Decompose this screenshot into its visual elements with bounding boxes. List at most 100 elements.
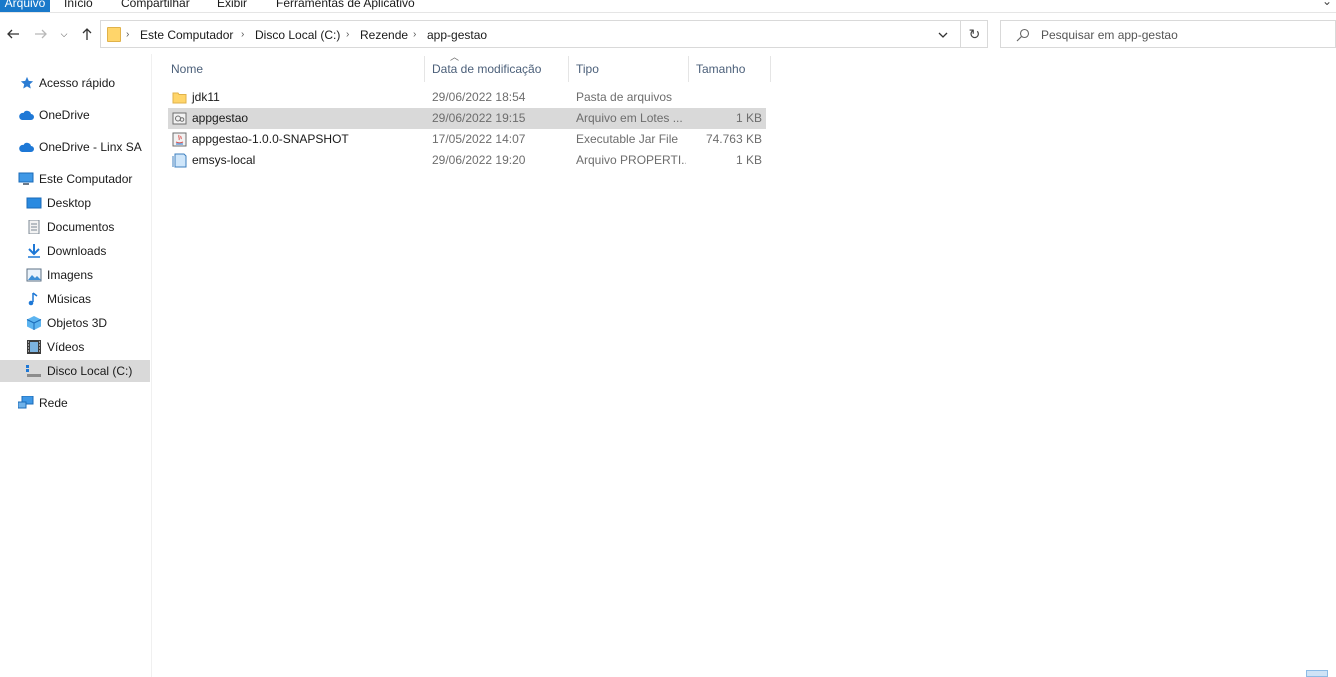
tab-compartilhar[interactable]: Compartilhar xyxy=(113,0,198,12)
navigation-bar: ⌵ › Este Computador › Disco Local (C:) ›… xyxy=(0,18,1336,50)
chevron-down-icon: ⌵ xyxy=(60,29,68,39)
sidebar-item-label: Imagens xyxy=(47,268,94,282)
file-date: 29/06/2022 18:54 xyxy=(432,90,526,104)
sidebar-item-label: Downloads xyxy=(47,244,107,258)
sidebar-item-label: Documentos xyxy=(47,220,115,234)
sidebar-item-label: Músicas xyxy=(47,292,92,306)
sidebar-item-desktop[interactable]: Desktop xyxy=(0,192,150,214)
forward-button[interactable] xyxy=(31,24,51,44)
tab-inicio[interactable]: Início xyxy=(56,0,101,12)
table-row[interactable]: emsys-local 29/06/2022 19:20 Arquivo PRO… xyxy=(168,150,766,171)
sidebar-item-acesso-rapido[interactable]: Acesso rápido xyxy=(0,72,150,94)
file-size: 1 KB xyxy=(735,111,762,125)
file-size: 74.763 KB xyxy=(705,132,762,146)
drive-icon xyxy=(26,365,41,377)
sidebar-item-label: OneDrive - Linx SA xyxy=(39,140,142,154)
sidebar-item-onedrive[interactable]: OneDrive xyxy=(0,104,150,126)
column-header-data[interactable]: Data de modificação xyxy=(426,56,569,82)
refresh-icon: ↻ xyxy=(968,26,981,42)
cloud-icon xyxy=(19,142,34,152)
file-type: Executable Jar File xyxy=(576,132,679,146)
breadcrumb-rezende[interactable]: Rezende xyxy=(360,27,408,43)
breadcrumb-separator-icon[interactable]: › xyxy=(413,27,416,43)
file-date: 29/06/2022 19:20 xyxy=(432,153,526,167)
sidebar-item-disco-local[interactable]: Disco Local (C:) xyxy=(0,360,150,382)
search-box[interactable]: Pesquisar em app-gestao xyxy=(1000,20,1336,48)
file-size: 1 KB xyxy=(735,153,762,167)
sidebar-item-documentos[interactable]: Documentos xyxy=(0,216,150,238)
computer-icon xyxy=(18,172,34,185)
sidebar-item-label: Vídeos xyxy=(47,340,85,354)
chevron-down-icon xyxy=(938,32,948,38)
breadcrumb-app-gestao[interactable]: app-gestao xyxy=(427,27,487,43)
breadcrumb-separator-icon[interactable]: › xyxy=(241,27,244,43)
file-name: appgestao-1.0.0-SNAPSHOT xyxy=(192,132,349,146)
folder-icon xyxy=(107,27,121,42)
sidebar-item-objetos-3d[interactable]: Objetos 3D xyxy=(0,312,150,334)
search-input[interactable]: Pesquisar em app-gestao xyxy=(1041,27,1178,43)
file-name: emsys-local xyxy=(192,153,256,167)
tab-exibir[interactable]: Exibir xyxy=(209,0,255,12)
file-type: Pasta de arquivos xyxy=(576,90,673,104)
jar-file-icon xyxy=(172,132,187,147)
network-icon xyxy=(18,396,34,409)
sidebar-item-imagens[interactable]: Imagens xyxy=(0,264,150,286)
tab-ferramentas[interactable]: Ferramentas de Aplicativo xyxy=(268,0,423,12)
breadcrumb-disco-local[interactable]: Disco Local (C:) xyxy=(255,27,340,43)
arrow-up-icon xyxy=(82,28,92,40)
view-toggle-button[interactable] xyxy=(1306,670,1328,677)
address-bar[interactable]: › Este Computador › Disco Local (C:) › R… xyxy=(100,20,988,48)
file-type: Arquivo em Lotes ... xyxy=(576,111,683,125)
column-header-tamanho[interactable]: Tamanho xyxy=(690,56,771,82)
table-row[interactable]: appgestao-1.0.0-SNAPSHOT 17/05/2022 14:0… xyxy=(168,129,766,150)
arrow-right-icon xyxy=(35,29,47,39)
document-icon xyxy=(28,220,40,234)
download-icon xyxy=(28,244,40,258)
refresh-button[interactable]: ↻ xyxy=(960,21,988,47)
sidebar-item-musicas[interactable]: Músicas xyxy=(0,288,150,310)
breadcrumb-este-computador[interactable]: Este Computador xyxy=(140,27,233,43)
desktop-icon xyxy=(26,197,42,209)
file-name: jdk11 xyxy=(192,90,220,104)
music-icon xyxy=(28,292,38,306)
folder-icon xyxy=(172,92,187,104)
sidebar-item-rede[interactable]: Rede xyxy=(0,392,150,414)
ribbon-expand-icon[interactable]: ⌄ xyxy=(1322,0,1332,8)
ribbon: Arquivo Início Compartilhar Exibir Ferra… xyxy=(0,0,1336,13)
navigation-pane: Acesso rápido OneDrive OneDrive - Linx S… xyxy=(0,54,152,677)
image-icon xyxy=(26,268,42,282)
column-header-nome[interactable]: Nome xyxy=(165,56,425,82)
table-row[interactable]: appgestao 29/06/2022 19:15 Arquivo em Lo… xyxy=(168,108,766,129)
tab-arquivo[interactable]: Arquivo xyxy=(0,0,50,12)
table-row[interactable]: jdk11 29/06/2022 18:54 Pasta de arquivos xyxy=(168,87,766,108)
sidebar-item-label: Este Computador xyxy=(39,172,133,186)
recent-locations-button[interactable]: ⌵ xyxy=(57,24,71,44)
file-date: 17/05/2022 14:07 xyxy=(432,132,526,146)
star-icon xyxy=(20,76,34,89)
sidebar-item-label: Disco Local (C:) xyxy=(47,364,133,378)
sidebar-item-label: Rede xyxy=(39,396,68,410)
file-date: 29/06/2022 19:15 xyxy=(432,111,526,125)
sidebar-item-videos[interactable]: Vídeos xyxy=(0,336,150,358)
video-icon xyxy=(27,340,41,354)
sidebar-item-label: Acesso rápido xyxy=(39,76,116,90)
up-button[interactable] xyxy=(77,24,97,44)
breadcrumb-separator-icon[interactable]: › xyxy=(126,27,129,43)
column-headers: ︿ Nome Data de modificação Tipo Tamanho xyxy=(160,52,772,82)
back-button[interactable] xyxy=(3,24,23,44)
sidebar-item-label: OneDrive xyxy=(39,108,90,122)
breadcrumb-separator-icon[interactable]: › xyxy=(346,27,349,43)
batch-file-icon xyxy=(172,112,187,125)
address-history-dropdown[interactable] xyxy=(933,25,953,45)
arrow-left-icon xyxy=(7,29,19,39)
cloud-icon xyxy=(19,110,34,120)
sidebar-item-label: Desktop xyxy=(47,196,92,210)
sidebar-item-onedrive-linx[interactable]: OneDrive - Linx SA xyxy=(0,136,150,158)
sidebar-item-label: Objetos 3D xyxy=(47,316,108,330)
search-icon xyxy=(1016,28,1030,42)
properties-file-icon xyxy=(172,153,187,168)
column-header-tipo[interactable]: Tipo xyxy=(570,56,689,82)
sidebar-item-downloads[interactable]: Downloads xyxy=(0,240,150,262)
cube-icon xyxy=(26,316,42,330)
sidebar-item-este-computador[interactable]: Este Computador xyxy=(0,168,150,190)
